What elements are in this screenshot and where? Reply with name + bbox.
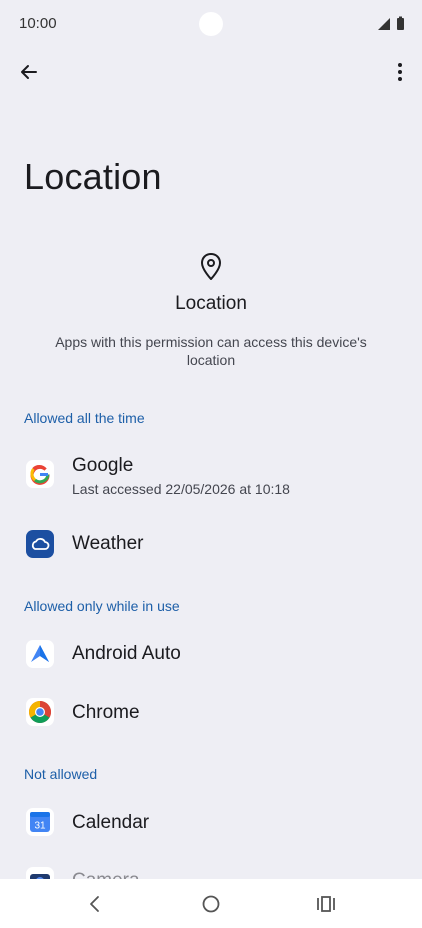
more-options-button[interactable] xyxy=(385,57,415,87)
navigation-bar xyxy=(0,879,422,928)
app-row-google[interactable]: Google Last accessed 22/05/2026 at 10:18 xyxy=(0,446,422,502)
app-name-chrome: Chrome xyxy=(72,702,140,723)
weather-icon xyxy=(26,530,54,558)
app-last-accessed: Last accessed 22/05/2026 at 10:18 xyxy=(72,481,290,497)
status-icons xyxy=(378,15,406,36)
app-name-calendar: Calendar xyxy=(72,812,150,833)
app-row-calendar[interactable]: 31 Calendar xyxy=(0,794,422,850)
top-app-bar xyxy=(0,48,422,96)
app-name-android-auto: Android Auto xyxy=(72,643,181,664)
calendar-icon: 31 xyxy=(26,808,54,836)
app-row-android-auto[interactable]: Android Auto xyxy=(0,626,422,682)
page-title: Location xyxy=(24,156,162,197)
back-button[interactable] xyxy=(14,57,44,87)
section-header-not-allowed: Not allowed xyxy=(24,766,98,782)
google-icon xyxy=(26,460,54,488)
home-nav-icon[interactable] xyxy=(200,893,222,915)
app-row-weather[interactable]: Weather xyxy=(0,516,422,572)
section-header-allowed-all-time: Allowed all the time xyxy=(24,410,145,426)
more-vert-icon xyxy=(398,63,402,81)
app-row-chrome[interactable]: Chrome xyxy=(0,685,422,741)
location-pin-icon xyxy=(198,252,224,282)
arrow-back-icon xyxy=(21,65,37,79)
app-name-weather: Weather xyxy=(72,533,144,554)
app-name-google: Google xyxy=(72,455,134,476)
signal-icon xyxy=(378,18,390,30)
battery-icon xyxy=(397,18,404,30)
chrome-icon xyxy=(26,698,54,726)
android-auto-icon xyxy=(26,640,54,668)
permission-description: Apps with this permission can access thi… xyxy=(55,334,367,368)
recents-nav-icon[interactable] xyxy=(315,893,337,915)
permission-title: Location xyxy=(175,293,247,314)
status-bar: 10:00 xyxy=(0,0,422,48)
back-nav-icon[interactable] xyxy=(85,893,105,915)
status-time: 10:00 xyxy=(19,15,57,32)
section-header-allowed-while-in-use: Allowed only while in use xyxy=(24,598,180,614)
calendar-icon-date: 31 xyxy=(34,821,46,832)
camera-cutout xyxy=(199,12,223,36)
